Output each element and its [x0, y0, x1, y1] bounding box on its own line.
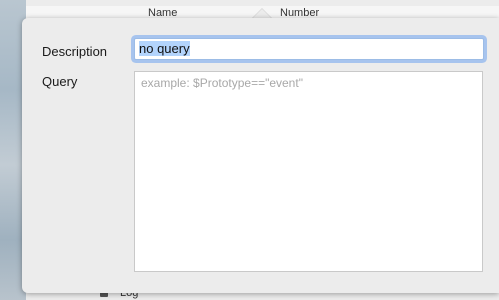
description-value: no query: [139, 41, 190, 56]
window: Name Number Log Description no query Que…: [0, 0, 499, 300]
query-placeholder: example: $Prototype=="event": [141, 76, 303, 90]
query-label: Query: [42, 74, 78, 89]
query-popover: Description no query Query example: $Pro…: [22, 18, 499, 293]
description-label: Description: [42, 44, 108, 59]
query-textarea[interactable]: example: $Prototype=="event": [134, 71, 483, 272]
description-field[interactable]: no query: [134, 38, 484, 60]
